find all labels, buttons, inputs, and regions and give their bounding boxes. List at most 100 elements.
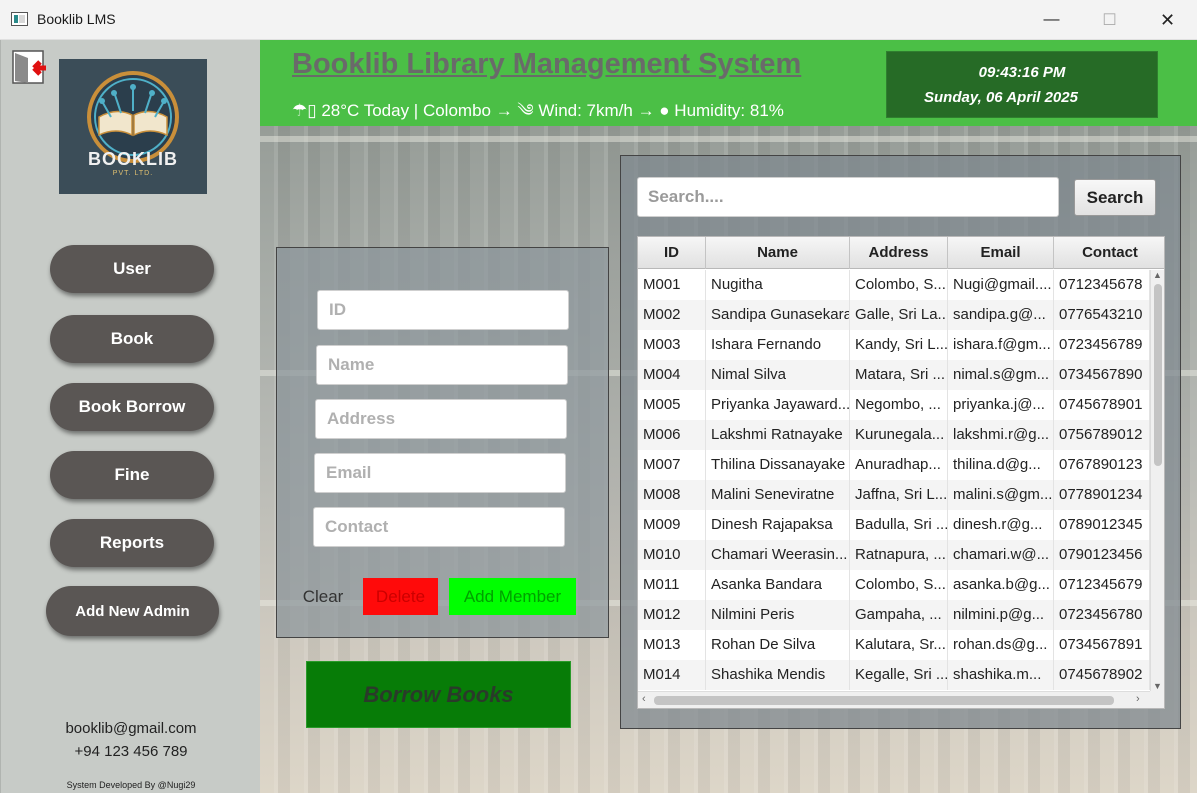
delete-button[interactable]: Delete [363, 578, 438, 615]
cell-id: M002 [638, 300, 706, 330]
table-row[interactable]: M007 Thilina Dissanayake Anuradhap... thili… [638, 450, 1150, 480]
logo-subtext: PVT. LTD. [112, 170, 154, 177]
table-row[interactable]: M006 Lakshmi Ratnayake Kurunegala... lakshm… [638, 420, 1150, 450]
email-field[interactable]: Email [314, 453, 566, 493]
cell-email: priyanka.j@... [948, 390, 1054, 420]
cell-email: nilmini.p@g... [948, 600, 1054, 630]
window-titlebar: Booklib LMS — ☐ ✕ [0, 0, 1197, 40]
cell-id: M008 [638, 480, 706, 510]
table-row[interactable]: M010 Chamari Weerasin... Ratnapura, ... cha… [638, 540, 1150, 570]
member-form-panel: ID Name Address Email Contact Clear Dele… [276, 247, 609, 638]
nav-book-button[interactable]: Book [50, 315, 214, 363]
add-new-admin-button[interactable]: Add New Admin [46, 586, 219, 636]
cell-name: Nugitha [706, 270, 850, 300]
horizontal-scrollbar[interactable]: ‹ › [638, 691, 1150, 708]
add-member-button[interactable]: Add Member [449, 578, 576, 615]
column-header-name[interactable]: Name [706, 237, 850, 269]
cell-contact: 0723456789 [1054, 330, 1150, 360]
vertical-scrollbar[interactable]: ▲ ▼ [1150, 270, 1164, 691]
name-field[interactable]: Name [316, 345, 568, 385]
table-header: ID Name Address Email Contact [638, 237, 1164, 269]
cell-id: M006 [638, 420, 706, 450]
clock-time: 09:43:16 PM [978, 64, 1066, 81]
column-header-id[interactable]: ID [638, 237, 706, 269]
table-row[interactable]: M012 Nilmini Peris Gampaha, ... nilmini.p@g… [638, 600, 1150, 630]
nav-user-button[interactable]: User [50, 245, 214, 293]
cell-address: Ratnapura, ... [850, 540, 948, 570]
cell-contact: 0745678901 [1054, 390, 1150, 420]
search-input[interactable]: Search.... [637, 177, 1059, 217]
cell-email: shashika.m... [948, 660, 1054, 690]
scrollbar-thumb[interactable] [1154, 284, 1162, 466]
maximize-button[interactable]: ☐ [1080, 0, 1139, 40]
cell-address: Kurunegala... [850, 420, 948, 450]
close-button[interactable]: ✕ [1138, 0, 1197, 40]
table-row[interactable]: M004 Nimal Silva Matara, Sri ... nimal.s@gm… [638, 360, 1150, 390]
minimize-button[interactable]: — [1022, 0, 1081, 40]
cell-contact: 0745678902 [1054, 660, 1150, 690]
nav-fine-button[interactable]: Fine [50, 451, 214, 499]
cell-email: rohan.ds@g... [948, 630, 1054, 660]
cell-contact: 0734567891 [1054, 630, 1150, 660]
header-bar: Booklib Library Management System ☂▯ 28°… [260, 40, 1197, 126]
id-field[interactable]: ID [317, 290, 569, 330]
scroll-right-arrow-icon[interactable]: › [1136, 693, 1140, 705]
column-header-contact[interactable]: Contact [1054, 237, 1164, 269]
contact-email: booklib@gmail.com [65, 720, 197, 737]
cell-contact: 0734567890 [1054, 360, 1150, 390]
table-row[interactable]: M008 Malini Seneviratne Jaffna, Sri L... ma… [638, 480, 1150, 510]
scroll-left-arrow-icon[interactable]: ‹ [642, 693, 646, 705]
cell-email: malini.s@gm... [948, 480, 1054, 510]
contact-phone: +94 123 456 789 [74, 743, 188, 760]
cell-id: M003 [638, 330, 706, 360]
cell-id: M005 [638, 390, 706, 420]
cell-name: Chamari Weerasin... [706, 540, 850, 570]
table-row[interactable]: M001 Nugitha Colombo, S... Nugi@gmail.... 07… [638, 270, 1150, 300]
cell-address: Kandy, Sri L... [850, 330, 948, 360]
cell-name: Asanka Bandara [706, 570, 850, 600]
scrollbar-thumb[interactable] [654, 696, 1114, 705]
cell-id: M004 [638, 360, 706, 390]
column-header-address[interactable]: Address [850, 237, 948, 269]
clear-button[interactable]: Clear [301, 579, 345, 615]
member-table[interactable]: ID Name Address Email Contact M001 Nugith… [637, 236, 1165, 709]
column-header-email[interactable]: Email [948, 237, 1054, 269]
main-area: Booklib Library Management System ☂▯ 28°… [260, 40, 1197, 793]
cell-id: M013 [638, 630, 706, 660]
table-row[interactable]: M011 Asanka Bandara Colombo, S... asanka.b@… [638, 570, 1150, 600]
table-row[interactable]: M014 Shashika Mendis Kegalle, Sri ... shash… [638, 660, 1150, 690]
cell-contact: 0778901234 [1054, 480, 1150, 510]
cell-name: Malini Seneviratne [706, 480, 850, 510]
contact-field[interactable]: Contact [313, 507, 565, 547]
nav-reports-button[interactable]: Reports [50, 519, 214, 567]
scroll-down-arrow-icon[interactable]: ▼ [1153, 681, 1162, 691]
search-button[interactable]: Search [1074, 179, 1156, 216]
cell-name: Priyanka Jayaward... [706, 390, 850, 420]
cell-email: sandipa.g@... [948, 300, 1054, 330]
clock-date: Sunday, 06 April 2025 [924, 89, 1078, 106]
cell-email: thilina.d@g... [948, 450, 1054, 480]
cell-name: Nilmini Peris [706, 600, 850, 630]
table-row[interactable]: M002 Sandipa Gunasekara Galle, Sri La... sa… [638, 300, 1150, 330]
cell-id: M010 [638, 540, 706, 570]
table-row[interactable]: M003 Ishara Fernando Kandy, Sri L... ishara… [638, 330, 1150, 360]
cell-address: Matara, Sri ... [850, 360, 948, 390]
cell-name: Rohan De Silva [706, 630, 850, 660]
table-row[interactable]: M005 Priyanka Jayaward... Negombo, ... priy… [638, 390, 1150, 420]
cell-contact: 0790123456 [1054, 540, 1150, 570]
address-field[interactable]: Address [315, 399, 567, 439]
table-row[interactable]: M009 Dinesh Rajapaksa Badulla, Sri ... dine… [638, 510, 1150, 540]
cell-address: Colombo, S... [850, 270, 948, 300]
cell-address: Colombo, S... [850, 570, 948, 600]
logo-text: BOOKLIB [88, 149, 178, 169]
cell-contact: 0756789012 [1054, 420, 1150, 450]
page-title: Booklib Library Management System [292, 48, 802, 80]
table-row[interactable]: M013 Rohan De Silva Kalutara, Sr... rohan.d… [638, 630, 1150, 660]
borrow-books-button[interactable]: Borrow Books [306, 661, 571, 728]
table-body: M001 Nugitha Colombo, S... Nugi@gmail.... 07… [638, 270, 1150, 690]
scroll-up-arrow-icon[interactable]: ▲ [1153, 270, 1162, 280]
nav-book-borrow-button[interactable]: Book Borrow [50, 383, 214, 431]
cell-address: Kalutara, Sr... [850, 630, 948, 660]
cell-address: Badulla, Sri ... [850, 510, 948, 540]
logout-icon[interactable] [12, 50, 48, 86]
